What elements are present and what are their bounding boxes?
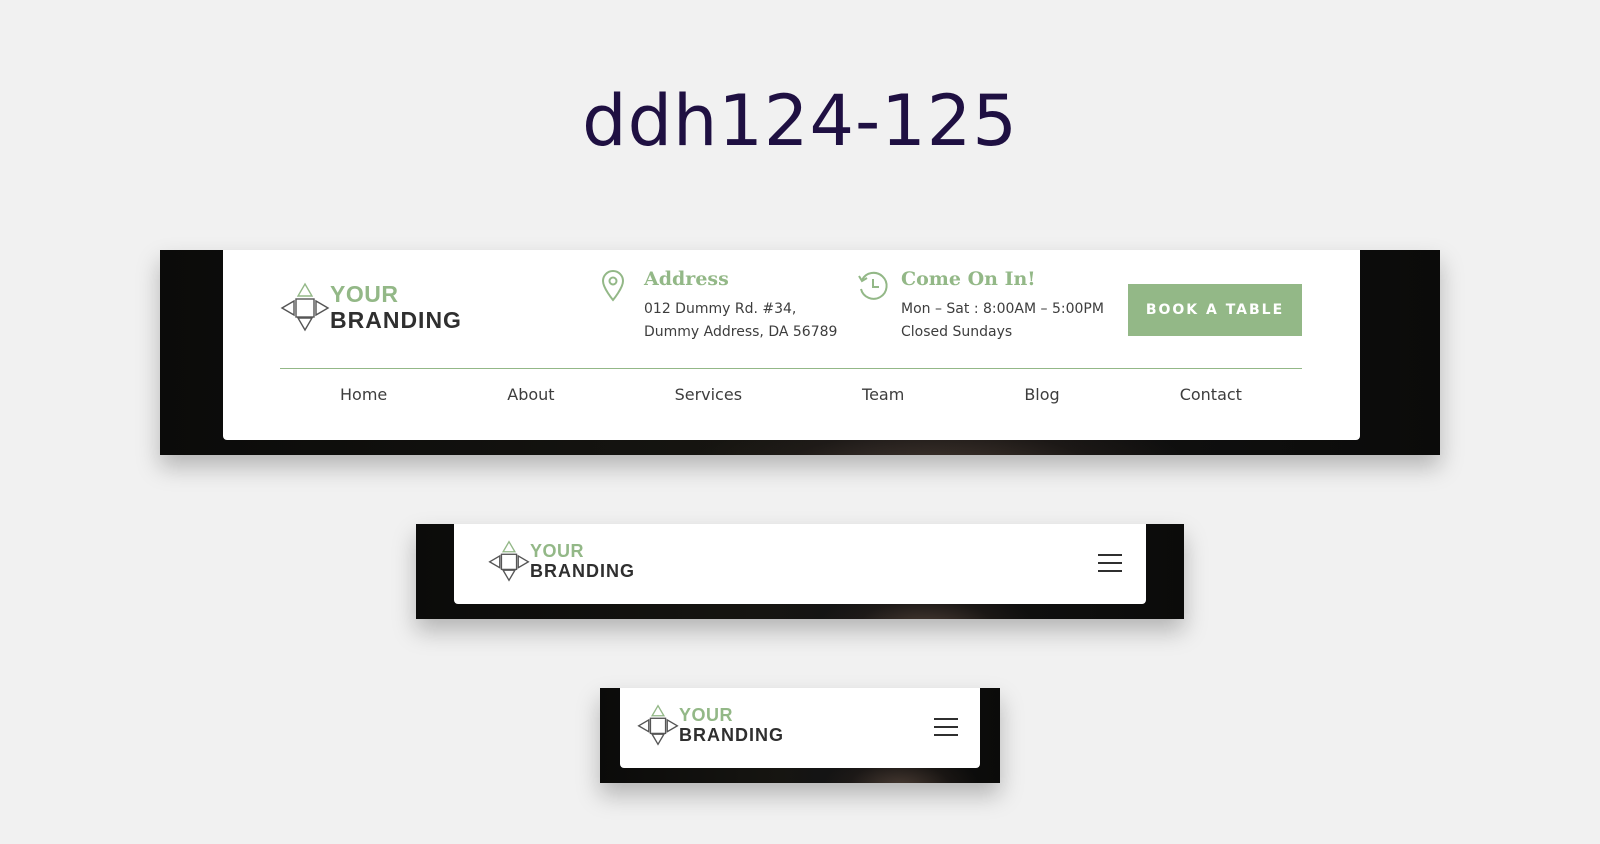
address-block: Address 012 Dummy Rd. #34, Dummy Address… — [600, 268, 837, 344]
brand-logo[interactable]: YOUR BRANDING — [488, 540, 635, 582]
hours-line-2: Closed Sundays — [901, 324, 1013, 340]
nav-item-team[interactable]: Team — [862, 385, 904, 404]
hamburger-menu-icon[interactable] — [1098, 554, 1122, 572]
brand-line-2: BRANDING — [679, 725, 784, 745]
nav-item-services[interactable]: Services — [675, 385, 742, 404]
brand-line-2: BRANDING — [530, 561, 635, 581]
tablet-preview-frame: YOUR BRANDING — [416, 524, 1184, 619]
brand-line-1: YOUR — [679, 705, 734, 725]
address-line-2: Dummy Address, DA 56789 — [644, 324, 838, 340]
book-a-table-button[interactable]: BOOK A TABLE — [1128, 284, 1302, 336]
brand-line-2: BRANDING — [330, 306, 462, 333]
brand-line-1: YOUR — [530, 541, 585, 561]
logo-diamond-icon — [280, 282, 330, 332]
mobile-header: YOUR BRANDING — [620, 688, 980, 768]
address-title: Address — [644, 268, 729, 290]
main-nav: Home About Services Team Blog Contact — [280, 385, 1302, 404]
header-divider — [280, 368, 1302, 369]
address-line-1: 012 Dummy Rd. #34, — [644, 301, 797, 317]
brand-logo[interactable]: YOUR BRANDING — [280, 282, 462, 332]
nav-item-contact[interactable]: Contact — [1180, 385, 1242, 404]
clock-history-icon — [857, 268, 888, 344]
hours-line-1: Mon – Sat : 8:00AM – 5:00PM — [901, 301, 1104, 317]
page-title: ddh124-125 — [582, 80, 1018, 162]
nav-item-home[interactable]: Home — [340, 385, 387, 404]
brand-line-1: YOUR — [330, 280, 399, 307]
hours-block: Come On In! Mon – Sat : 8:00AM – 5:00PM … — [857, 268, 1104, 344]
tablet-header: YOUR BRANDING — [454, 524, 1146, 604]
desktop-header: YOUR BRANDING Address 012 Dummy Rd. #34,… — [223, 250, 1360, 440]
hamburger-menu-icon[interactable] — [934, 718, 958, 736]
logo-diamond-icon — [637, 704, 679, 746]
desktop-preview-frame: YOUR BRANDING Address 012 Dummy Rd. #34,… — [160, 250, 1440, 455]
mobile-preview-frame: YOUR BRANDING — [600, 688, 1000, 783]
nav-item-blog[interactable]: Blog — [1024, 385, 1059, 404]
logo-diamond-icon — [488, 540, 530, 582]
hours-title: Come On In! — [901, 268, 1036, 290]
nav-item-about[interactable]: About — [507, 385, 554, 404]
map-pin-icon — [600, 268, 630, 344]
brand-logo[interactable]: YOUR BRANDING — [637, 704, 784, 746]
